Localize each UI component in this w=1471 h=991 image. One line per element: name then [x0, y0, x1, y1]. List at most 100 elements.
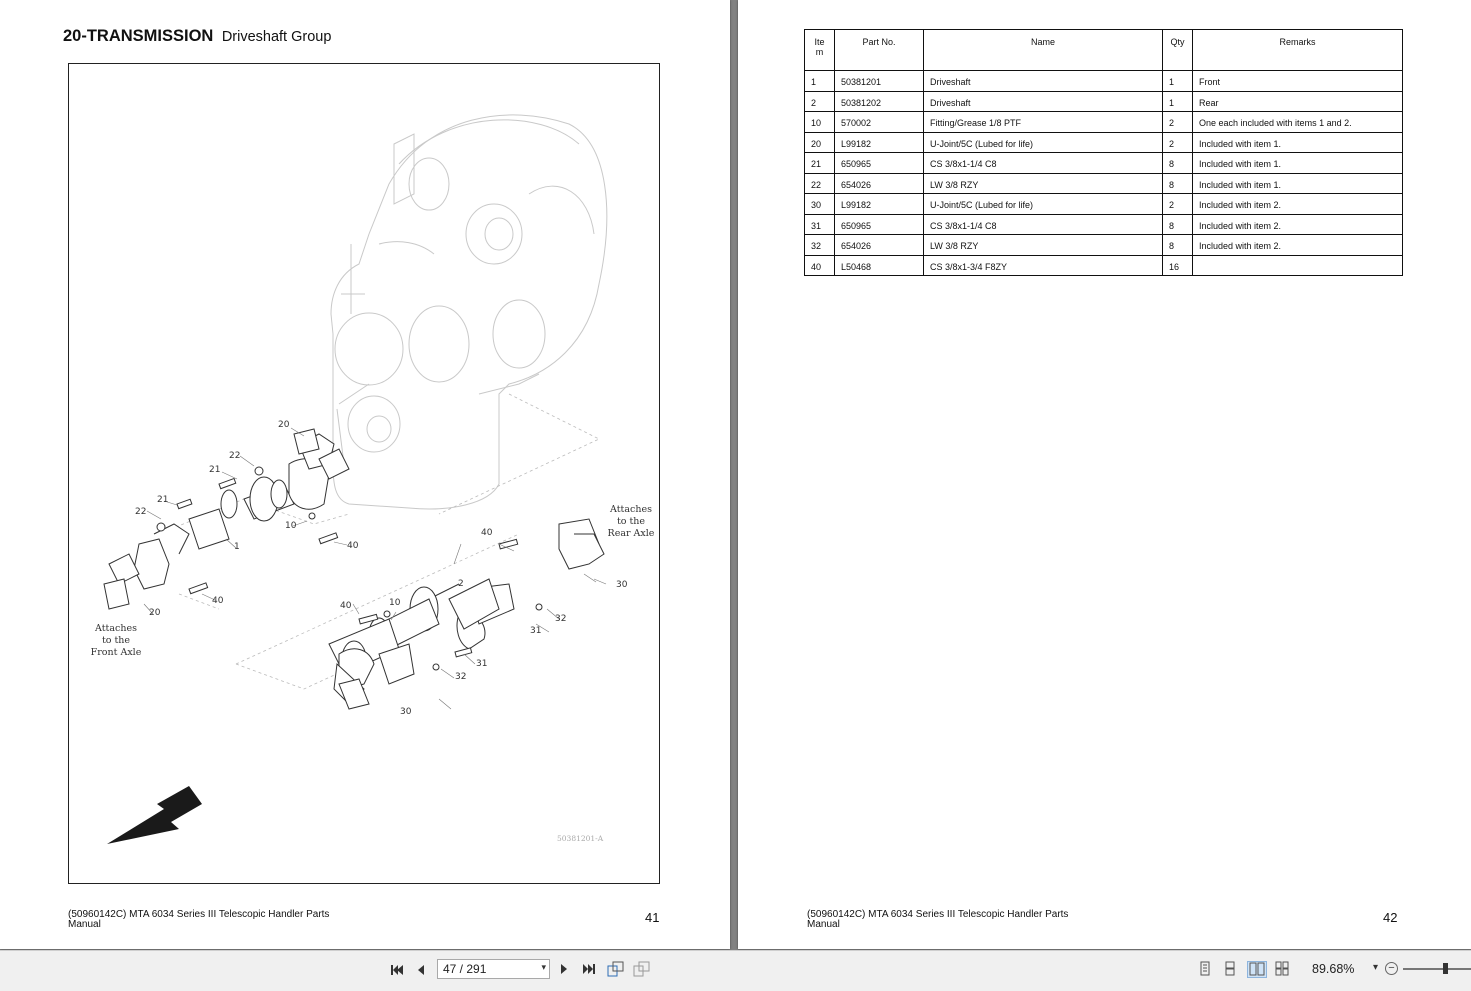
cell-remarks	[1192, 254, 1403, 276]
cell-item: 21	[804, 152, 835, 174]
cell-qty: 16	[1162, 254, 1193, 276]
callout-label: 10	[389, 598, 401, 608]
zoom-level[interactable]: 89.68%	[1312, 962, 1354, 976]
cell-name: CS 3/8x1-3/4 F8ZY	[923, 254, 1163, 276]
table-row: 31 650965 CS 3/8x1-1/4 C8 8 Included with it…	[804, 213, 1403, 235]
rotate-icon[interactable]	[606, 960, 626, 978]
section-name: Driveshaft Group	[221, 29, 332, 45]
last-page-icon[interactable]	[580, 960, 598, 978]
callout-label: 21	[157, 495, 169, 505]
note-rear-axle: Attaches to the Rear Axle	[607, 504, 655, 539]
cell-name: LW 3/8 RZY	[923, 172, 1163, 194]
figure-id: 50381201-A	[557, 834, 604, 843]
table-row: 40 L50468 CS 3/8x1-3/4 F8ZY 16	[804, 254, 1403, 276]
page-number: 41	[645, 910, 660, 925]
zoom-slider-thumb[interactable]	[1443, 963, 1448, 974]
cell-qty: 2	[1162, 193, 1193, 215]
driveshaft-illustration	[103, 114, 608, 844]
single-page-icon[interactable]	[1197, 961, 1215, 978]
zoom-out-icon[interactable]: −	[1385, 962, 1398, 975]
callout-label: 20	[149, 608, 161, 618]
cell-part-no: 50381202	[834, 90, 924, 112]
page-number-field[interactable]: 47 / 291 ▾	[437, 959, 550, 979]
cell-item: 2	[804, 90, 835, 112]
cell-item: 1	[804, 70, 835, 92]
cell-qty: 2	[1162, 131, 1193, 153]
table-row: 2 50381202 Driveshaft 1 Rear	[804, 90, 1403, 112]
column-header-qty: Qty	[1162, 29, 1193, 71]
cell-item: 31	[804, 213, 835, 235]
cell-part-no: 50381201	[834, 70, 924, 92]
previous-page-icon[interactable]	[413, 961, 429, 979]
document-viewport[interactable]: 20-TRANSMISSION Driveshaft Group 20 22 2…	[0, 0, 1471, 950]
cell-part-no: L50468	[834, 254, 924, 276]
table-row: 22 654026 LW 3/8 RZY 8 Included with item 1.	[804, 172, 1403, 194]
cell-remarks: Included with item 2.	[1192, 234, 1403, 256]
cell-name: U-Joint/5C (Lubed for life)	[923, 193, 1163, 215]
cell-qty: 1	[1162, 70, 1193, 92]
first-page-icon[interactable]	[388, 961, 406, 979]
continuous-icon[interactable]	[1222, 961, 1240, 978]
cell-qty: 8	[1162, 234, 1193, 256]
table-row: 10 570002 Fitting/Grease 1/8 PTF 2 One each …	[804, 111, 1403, 133]
zoom-slider[interactable]	[1403, 968, 1471, 970]
zoom-dropdown-icon[interactable]: ▾	[1373, 962, 1378, 973]
cell-remarks: One each included with items 1 and 2.	[1192, 111, 1403, 133]
cell-remarks: Included with item 2.	[1192, 213, 1403, 235]
cell-remarks: Included with item 1.	[1192, 131, 1403, 153]
pages-icon[interactable]	[632, 960, 652, 978]
cell-name: Driveshaft	[923, 90, 1163, 112]
table-row: 30 L99182 U-Joint/5C (Lubed for life) 2 Incl…	[804, 193, 1403, 215]
callout-label: 30	[400, 707, 412, 717]
page-41: 20-TRANSMISSION Driveshaft Group 20 22 2…	[0, 0, 730, 949]
page-number-value: 47 / 291	[443, 962, 487, 976]
callout-label: 32	[555, 614, 567, 624]
column-header-remarks: Remarks	[1192, 29, 1403, 71]
cell-qty: 2	[1162, 111, 1193, 133]
callout-label: 22	[229, 451, 241, 461]
cell-name: Fitting/Grease 1/8 PTF	[923, 111, 1163, 133]
cell-qty: 8	[1162, 152, 1193, 174]
callout-label: 22	[135, 507, 147, 517]
cell-remarks: Included with item 1.	[1192, 172, 1403, 194]
section-code: 20-TRANSMISSION	[63, 27, 214, 45]
callout-label: 2	[458, 579, 464, 589]
page-footer: (50960142C) MTA 6034 Series III Telescop…	[807, 909, 1069, 930]
exploded-view-figure: 20 22 21 21 22 10 1 40 20 40 40 2 10 40 …	[68, 63, 660, 884]
table-header-row: Ite m Part No. Name Qty Remarks	[804, 29, 1403, 71]
chevron-down-icon[interactable]: ▾	[541, 962, 546, 973]
page-42: Ite m Part No. Name Qty Remarks 1 5038120…	[738, 0, 1471, 949]
table-row: 1 50381201 Driveshaft 1 Front	[804, 70, 1403, 92]
cell-part-no: L99182	[834, 131, 924, 153]
cell-item: 30	[804, 193, 835, 215]
callout-label: 20	[278, 420, 290, 430]
cell-remarks: Rear	[1192, 90, 1403, 112]
next-page-icon[interactable]	[556, 960, 572, 978]
cell-qty: 8	[1162, 172, 1193, 194]
cell-part-no: 570002	[834, 111, 924, 133]
callout-label: 40	[347, 541, 359, 551]
cell-name: U-Joint/5C (Lubed for life)	[923, 131, 1163, 153]
cell-name: Driveshaft	[923, 70, 1163, 92]
cell-item: 10	[804, 111, 835, 133]
cell-item: 22	[804, 172, 835, 194]
cell-remarks: Included with item 2.	[1192, 193, 1403, 215]
table-row: 20 L99182 U-Joint/5C (Lubed for life) 2 Incl…	[804, 131, 1403, 153]
cell-part-no: 654026	[834, 234, 924, 256]
note-front-axle: Attaches to the Front Axle	[90, 623, 142, 658]
continuous-facing-icon[interactable]	[1274, 961, 1292, 978]
cell-name: LW 3/8 RZY	[923, 234, 1163, 256]
callout-label: 32	[455, 672, 467, 682]
cell-name: CS 3/8x1-1/4 C8	[923, 152, 1163, 174]
direction-arrow-icon	[107, 786, 202, 844]
callout-label: 21	[209, 465, 221, 475]
cell-item: 32	[804, 234, 835, 256]
callout-label: 31	[530, 626, 542, 636]
page-number: 42	[1383, 910, 1398, 925]
column-header-item: Ite m	[804, 29, 835, 71]
facing-icon[interactable]	[1247, 961, 1267, 978]
callout-label: 30	[616, 580, 628, 590]
cell-part-no: 650965	[834, 152, 924, 174]
callout-label: 1	[234, 542, 240, 552]
cell-item: 40	[804, 254, 835, 276]
